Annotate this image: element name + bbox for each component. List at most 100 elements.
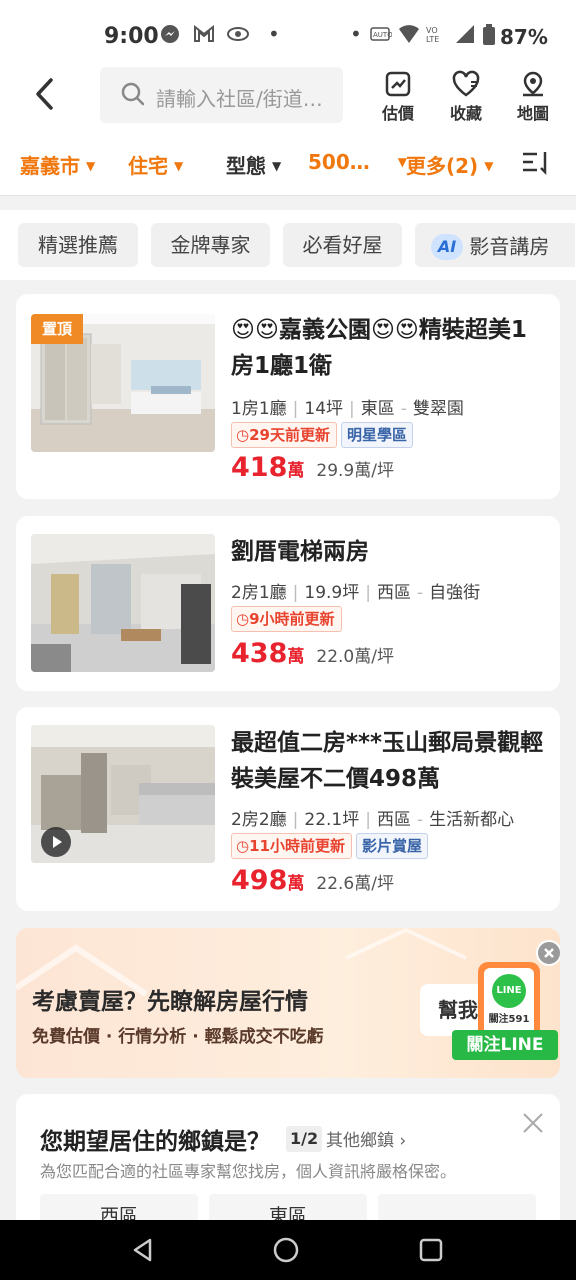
listing-price: 438萬 22.0萬/坪 xyxy=(231,638,394,669)
signal-icon xyxy=(454,24,476,49)
price-unit: 萬 xyxy=(287,647,305,667)
listing-card[interactable]: 置頂 😍😍嘉義公園😍😍精裝超美1房1廳1衛 1房1廳 | 14坪 | 東區 - 雙翠園 ◷2… xyxy=(16,294,560,499)
listing-district: 西區 xyxy=(376,810,411,830)
other-towns-link[interactable]: 其他鄉鎮 › xyxy=(326,1126,406,1151)
battery-level: 87% xyxy=(500,25,548,49)
battery-icon xyxy=(482,24,496,51)
back-button[interactable] xyxy=(30,74,60,114)
close-banner-button[interactable] xyxy=(536,940,560,966)
app-icon xyxy=(226,24,250,48)
favorites-label: 收藏 xyxy=(449,104,482,123)
pinned-badge: 置頂 xyxy=(31,314,83,344)
filter-more[interactable]: 更多(2) ▼ xyxy=(406,150,493,179)
listing-price: 418萬 29.9萬/坪 xyxy=(231,452,394,483)
ai-icon: AI xyxy=(431,233,463,260)
close-icon xyxy=(544,948,554,958)
tag-featured[interactable]: 精選推薦 xyxy=(18,223,138,267)
listing-rooms: 1房1廳 xyxy=(231,399,287,419)
follow-line-button[interactable]: 關注LINE xyxy=(452,1030,558,1060)
filter-price-label: 500… xyxy=(308,150,370,174)
other-towns-label: 其他鄉鎮 xyxy=(326,1131,394,1151)
price-value: 418 xyxy=(231,452,288,483)
svg-text:VO: VO xyxy=(426,26,438,35)
favorites-button[interactable]: 收藏 xyxy=(440,70,492,124)
nav-home-icon[interactable] xyxy=(273,1237,299,1263)
listing-street: 自強街 xyxy=(429,583,481,603)
dot-icon-2: • xyxy=(350,22,362,46)
status-time: 9:00 xyxy=(104,24,159,49)
play-icon[interactable] xyxy=(41,827,71,857)
listing-size: 22.1坪 xyxy=(304,810,360,830)
tag-video-tour-label: 影音講房 xyxy=(469,234,550,259)
clock-icon: ◷ xyxy=(236,426,250,444)
listing-street: 生活新都心 xyxy=(429,810,515,830)
listing-badges: ◷9小時前更新 xyxy=(231,606,342,634)
sell-promo-banner[interactable]: 考慮賣屋？先瞭解房屋行情 免費估價 · 行情分析 · 輕鬆成交不吃虧 幫我 LI… xyxy=(16,928,560,1078)
listing-photo xyxy=(31,534,215,672)
volte-icon: VO LTE xyxy=(426,24,450,49)
listing-title: 最超值二房***玉山郵局景觀輕裝美屋不二價498萬 xyxy=(231,730,544,792)
map-label: 地圖 xyxy=(516,104,549,123)
estimate-icon xyxy=(385,71,411,97)
listing-size: 14坪 xyxy=(304,399,344,419)
listing-title: 😍😍嘉義公園😍😍精裝超美1房1廳1衛 xyxy=(231,317,527,379)
filter-more-label: 更多(2) xyxy=(406,154,479,178)
updated-badge: ◷9小時前更新 xyxy=(231,606,342,632)
price-per-ping: 22.6萬/坪 xyxy=(316,874,394,894)
search-placeholder: 請輸入社區/街道… xyxy=(156,87,323,111)
nav-recents-icon[interactable] xyxy=(418,1237,444,1263)
survey-page-indicator: 1/2 xyxy=(286,1126,323,1152)
estimate-button[interactable]: 估價 xyxy=(372,70,424,124)
price-per-ping: 22.0萬/坪 xyxy=(316,647,394,667)
listing-card[interactable]: 最超值二房***玉山郵局景觀輕裝美屋不二價498萬 2房2廳 | 22.1坪 | 西區 -… xyxy=(16,707,560,911)
svg-text:LTE: LTE xyxy=(426,35,439,44)
android-nav-bar xyxy=(0,1220,576,1280)
chevron-right-icon: › xyxy=(394,1131,407,1151)
filter-bar: 嘉義市 ▼ 住宅 ▼ 型態 ▼ 500… ▼ 更多(2) ▼ xyxy=(0,130,576,196)
back-arrow-icon xyxy=(36,78,53,110)
wifi-icon xyxy=(398,24,420,49)
dot-icon: • xyxy=(268,22,280,46)
estimate-label: 估價 xyxy=(381,104,414,123)
map-button[interactable]: 地圖 xyxy=(507,70,559,124)
price-unit: 萬 xyxy=(287,874,305,894)
messenger-icon xyxy=(160,24,180,49)
price-value: 438 xyxy=(231,638,288,669)
school-district-badge: 明星學區 xyxy=(340,422,413,448)
updated-badge: ◷11小時前更新 xyxy=(231,833,352,859)
listing-photo xyxy=(31,725,215,863)
price-per-ping: 29.9萬/坪 xyxy=(316,461,394,481)
heart-icon xyxy=(452,70,480,97)
updated-text: 11小時前更新 xyxy=(249,837,345,855)
filter-layout-label: 型態 xyxy=(226,154,266,178)
listing-card[interactable]: 劉厝電梯兩房 2房1廳 | 19.9坪 | 西區 - 自強街 ◷9小時前更新 438萬 22.… xyxy=(16,516,560,691)
clock-icon: ◷ xyxy=(236,837,250,855)
updated-text: 9小時前更新 xyxy=(249,610,335,628)
listing-rooms: 2房2廳 xyxy=(231,810,287,830)
filter-layout[interactable]: 型態 ▼ xyxy=(226,150,281,179)
listing-rooms: 2房1廳 xyxy=(231,583,287,603)
nav-back-icon[interactable] xyxy=(130,1237,156,1263)
follow-591-text: 關注591 xyxy=(488,1014,530,1025)
close-survey-button[interactable] xyxy=(520,1110,546,1136)
search-icon xyxy=(121,82,145,106)
survey-title: 您期望居住的鄉鎮是？ xyxy=(40,1129,270,1155)
tag-row: 精選推薦 金牌專家 必看好屋 AI 影音講房 xyxy=(0,210,576,280)
tag-must-see[interactable]: 必看好屋 xyxy=(283,223,402,267)
tag-video-tour[interactable]: AI 影音講房 xyxy=(415,223,575,267)
search-input[interactable]: 請輸入社區/街道… xyxy=(100,67,343,123)
line-logo-icon: LINE xyxy=(492,974,526,1008)
town-survey-card: 您期望居住的鄉鎮是？ 1/2 其他鄉鎮 › 為您匹配合適的社區專家幫您找房，個人… xyxy=(16,1094,560,1234)
sort-button[interactable] xyxy=(520,148,552,183)
chevron-down-icon: ▼ xyxy=(86,159,96,173)
filter-city[interactable]: 嘉義市 ▼ xyxy=(20,150,95,179)
svg-text:AUTO: AUTO xyxy=(373,31,392,39)
filter-price[interactable]: 500… ▼ xyxy=(308,150,407,174)
listing-meta: 2房1廳 | 19.9坪 | 西區 - 自強街 xyxy=(231,583,481,603)
chevron-down-icon: ▼ xyxy=(272,159,282,173)
tag-gold-expert[interactable]: 金牌專家 xyxy=(151,223,270,267)
listing-meta: 2房2廳 | 22.1坪 | 西區 - 生活新都心 xyxy=(231,810,515,830)
top-bar: 請輸入社區/街道… 估價 收藏 地圖 xyxy=(0,62,576,130)
filter-type[interactable]: 住宅 ▼ xyxy=(128,150,183,179)
listing-district: 東區 xyxy=(360,399,395,419)
